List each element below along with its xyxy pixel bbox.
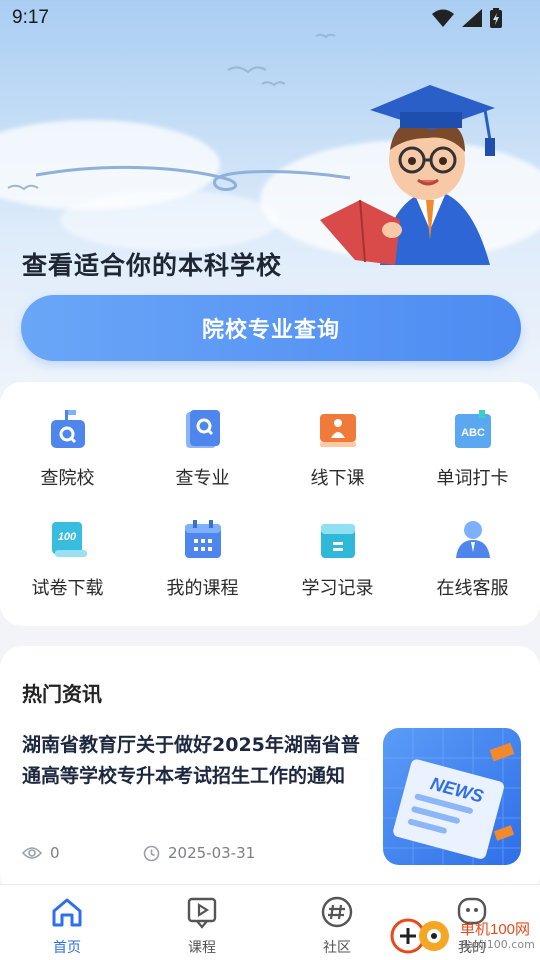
school-major-query-button[interactable]: 院校专业查询 (21, 295, 521, 361)
shortcut-offline-class[interactable]: 线下课 (270, 408, 405, 508)
svg-text:100: 100 (58, 531, 77, 543)
shortcut-customer-service[interactable]: 在线客服 (405, 518, 540, 618)
home-icon (52, 898, 82, 927)
offline-class-icon (320, 414, 356, 447)
news-title[interactable]: 湖南省教育厅关于做好2025年湖南省普通高等学校专升本考试招生工作的通知 (22, 730, 367, 792)
clock-icon (143, 845, 160, 861)
publish-date: 2025-03-31 (168, 844, 256, 862)
customer-service-icon (456, 521, 490, 558)
watermark-brand: 单机100网 (460, 920, 531, 938)
news-date: 2025-03-31 (143, 844, 255, 862)
shortcut-major-search[interactable]: 查专业 (135, 408, 270, 508)
shortcut-label: 查院校 (40, 468, 95, 489)
shortcut-my-courses[interactable]: 我的课程 (135, 518, 270, 618)
watermark-url: danji100.com (460, 937, 535, 951)
hashtag-icon (321, 896, 353, 928)
study-record-icon (321, 524, 355, 558)
shortcut-label: 试卷下载 (31, 578, 104, 599)
eye-icon (22, 847, 42, 859)
tab-label: 首页 (53, 940, 81, 956)
hero-title: 查看适合你的本科学校 (22, 251, 283, 280)
tab-label: 课程 (188, 940, 216, 956)
abc-word-icon: ABC (455, 410, 491, 448)
major-search-icon (186, 410, 220, 448)
status-bar: 9:17 (0, 0, 540, 36)
shortcut-exam-download[interactable]: 100 试卷下载 (0, 518, 135, 618)
graduate-mascot-illustration (320, 85, 495, 265)
play-video-icon (187, 897, 217, 929)
calendar-course-icon (185, 520, 221, 558)
shortcut-study-record[interactable]: 学习记录 (270, 518, 405, 618)
shortcut-word-checkin[interactable]: ABC 单词打卡 (405, 408, 540, 508)
view-count: 0 (50, 844, 60, 862)
wifi-icon (432, 9, 454, 27)
shortcut-label: 线下课 (310, 468, 365, 489)
section-heading: 热门资讯 (22, 682, 102, 706)
shortcut-label: 单词打卡 (436, 468, 509, 489)
shortcut-label: 在线客服 (436, 578, 509, 599)
watermark: 单机100网 danji100.com (388, 916, 535, 956)
shortcut-school-search[interactable]: 查院校 (0, 408, 135, 508)
news-views: 0 (22, 844, 60, 862)
battery-icon (490, 8, 502, 28)
exam-paper-icon: 100 (52, 522, 87, 557)
hot-news-section: 热门资讯 湖南省教育厅关于做好2025年湖南省普通高等学校专升本考试招生工作的通… (0, 646, 540, 896)
shortcut-grid: 查院校 查专业 线下课 ABC 单词打卡 100 试卷下载 我的课程 学习记录 … (0, 382, 540, 626)
watermark-logo-icon (390, 918, 449, 954)
tab-community[interactable]: 社区 (287, 895, 387, 957)
tab-home[interactable]: 首页 (17, 895, 117, 957)
status-time: 9:17 (12, 7, 49, 28)
news-thumbnail[interactable]: NEWS (383, 728, 521, 865)
shortcut-label: 查专业 (175, 468, 230, 489)
school-search-icon (51, 410, 85, 448)
shortcut-label: 学习记录 (301, 578, 374, 599)
tab-label: 社区 (323, 940, 351, 956)
shortcut-label: 我的课程 (166, 578, 239, 599)
svg-text:ABC: ABC (461, 427, 485, 439)
tab-courses[interactable]: 课程 (152, 895, 252, 957)
signal-icon (462, 9, 482, 27)
